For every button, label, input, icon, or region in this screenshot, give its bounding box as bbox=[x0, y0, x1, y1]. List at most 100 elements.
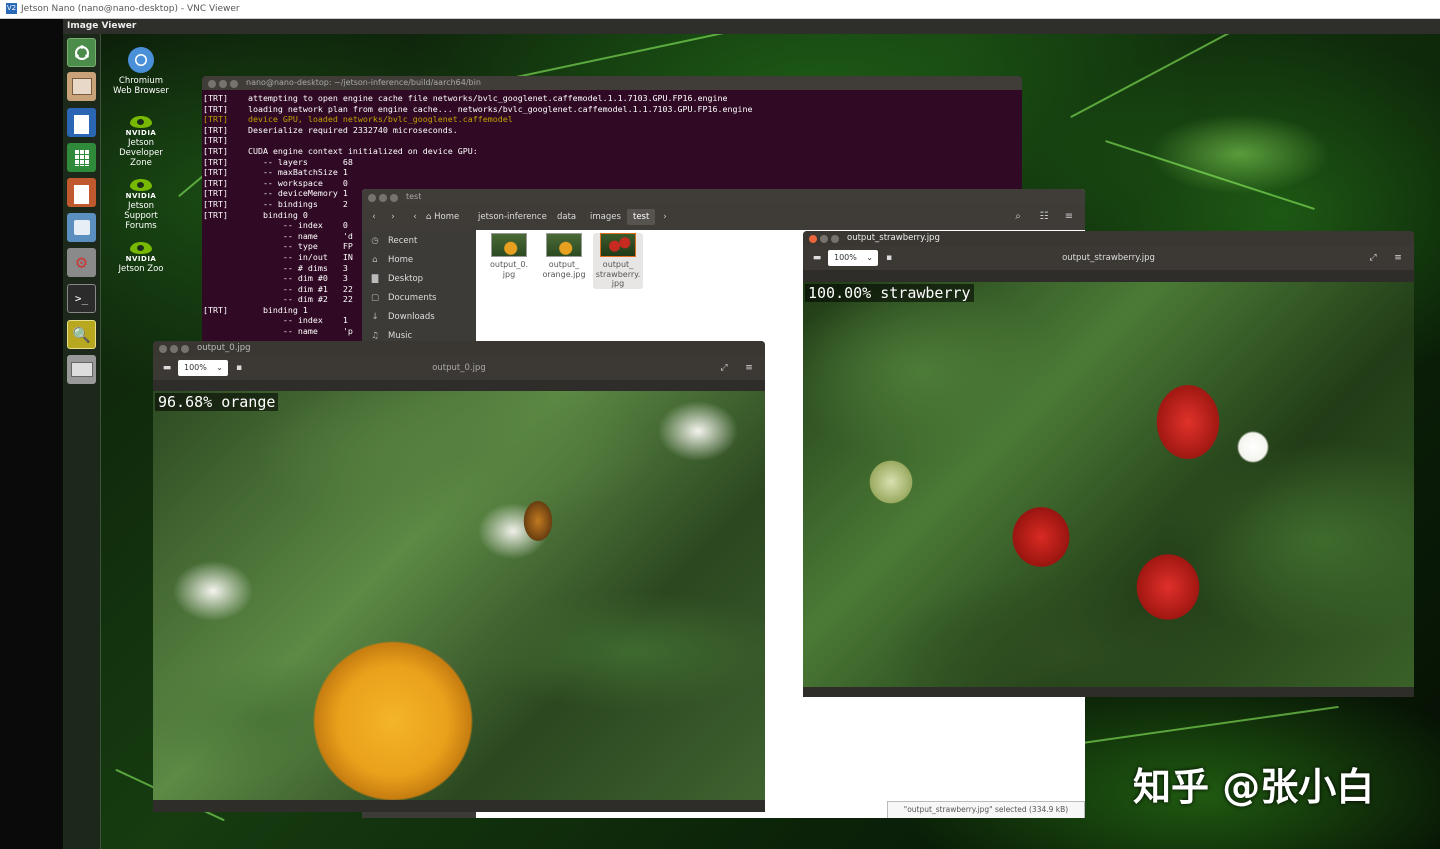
terminal-line: [TRT] -- workspace 0 bbox=[203, 177, 348, 188]
terminal-line: [TRT] -- layers 68 bbox=[203, 156, 353, 167]
desktop-icon-label: Chromium Web Browser bbox=[113, 76, 169, 96]
maximize-button[interactable] bbox=[831, 235, 839, 243]
minimize-button[interactable] bbox=[379, 194, 387, 202]
desktop-icon-chromium[interactable]: Chromium Web Browser bbox=[111, 46, 171, 96]
terminal-line: [TRT] loading network plan from engine c… bbox=[203, 103, 753, 114]
terminal-title: nano@nano-desktop: ~/jetson-inference/bu… bbox=[246, 78, 481, 87]
vnc-title-text: Jetson Nano (nano@nano-desktop) - VNC Vi… bbox=[21, 4, 240, 14]
image-thumbnail bbox=[491, 233, 527, 257]
vnc-titlebar: V2 Jetson Nano (nano@nano-desktop) - VNC … bbox=[0, 0, 1440, 19]
forward-button[interactable]: › bbox=[386, 209, 400, 225]
breadcrumb-jetson-inference[interactable]: jetson-inference bbox=[472, 209, 553, 225]
close-button[interactable] bbox=[809, 235, 817, 243]
menu-icon[interactable]: ≡ bbox=[1061, 209, 1077, 225]
sidebar-item-recent[interactable]: ◷ Recent bbox=[362, 232, 476, 251]
chromium-icon bbox=[128, 47, 154, 73]
sidebar-item-documents[interactable]: ▢ Documents bbox=[362, 289, 476, 308]
breadcrumb-test[interactable]: test bbox=[627, 209, 656, 225]
nvidia-logo-icon bbox=[130, 179, 152, 191]
status-bar: "output_strawberry.jpg" selected (334.9 … bbox=[887, 801, 1085, 818]
app-title: Image Viewer bbox=[63, 19, 1440, 34]
back-button[interactable]: ‹ bbox=[367, 209, 381, 225]
zhihu-watermark: 知乎 @张小白 bbox=[1133, 765, 1375, 809]
viewer-toolbar: ▬ 100% ⌄ ▪ output_strawberry.jpg ⤢ ≡ bbox=[803, 246, 1414, 270]
terminal-line: [TRT] device GPU, loaded networks/bvlc_g… bbox=[203, 114, 513, 125]
viewer-titlebar[interactable]: output_strawberry.jpg bbox=[803, 231, 1414, 246]
desktop-icon-label: Jetson Developer Zone bbox=[119, 138, 163, 168]
file-item-output-0[interactable]: output_0. jpg bbox=[484, 233, 534, 279]
terminal-titlebar[interactable]: nano@nano-desktop: ~/jetson-inference/bu… bbox=[202, 76, 1022, 90]
maximize-button[interactable] bbox=[181, 345, 189, 353]
viewer-title: output_0.jpg bbox=[197, 343, 251, 353]
home-icon: ⌂ bbox=[372, 255, 378, 265]
viewer-toolbar: ▬ 100% ⌄ ▪ output_0.jpg ⤢ ≡ bbox=[153, 356, 765, 380]
image-thumbnail bbox=[600, 233, 636, 257]
download-icon: ↓ bbox=[371, 312, 379, 322]
terminal-icon[interactable]: >_ bbox=[67, 284, 96, 313]
clock-icon: ◷ bbox=[371, 236, 379, 246]
home-icon: ⌂ bbox=[426, 212, 432, 222]
terminal-line: [TRT] attempting to open engine cache fi… bbox=[203, 93, 728, 103]
breadcrumb-right-arrow[interactable]: › bbox=[658, 209, 672, 225]
image-thumbnail bbox=[546, 233, 582, 257]
minimize-button[interactable] bbox=[219, 80, 227, 88]
breadcrumb-data[interactable]: data bbox=[551, 209, 582, 225]
file-item-output-orange[interactable]: output_ orange.jpg bbox=[539, 233, 589, 279]
strawberry-photo: 100.00% strawberry bbox=[803, 282, 1414, 687]
vnc-app-icon: V2 bbox=[6, 3, 17, 14]
classification-label: 96.68% orange bbox=[155, 393, 279, 411]
view-toggle-icon[interactable]: ☷ bbox=[1036, 209, 1052, 225]
desktop-icon-jetson-zoo[interactable]: NVIDIA Jetson Zoo bbox=[111, 242, 171, 274]
impress-slides-icon[interactable] bbox=[67, 178, 96, 207]
minimize-button[interactable] bbox=[820, 235, 828, 243]
maximize-button[interactable] bbox=[390, 194, 398, 202]
close-button[interactable] bbox=[208, 80, 216, 88]
terminal-line: [TRT] Deserialize required 2332740 micro… bbox=[203, 124, 458, 135]
calc-sheet-icon[interactable] bbox=[67, 143, 96, 172]
nvidia-logo-icon bbox=[130, 116, 152, 128]
terminal-line: [TRT] bbox=[203, 135, 228, 146]
terminal-line: [TRT] CUDA engine context initialized on… bbox=[203, 145, 478, 156]
file-cabinet-icon[interactable] bbox=[67, 72, 96, 101]
image-viewer-icon[interactable]: 🔍 bbox=[67, 320, 96, 349]
settings-wrench-icon[interactable]: ⚙ bbox=[67, 248, 96, 277]
document-icon: ▢ bbox=[370, 293, 380, 303]
sidebar-item-downloads[interactable]: ↓ Downloads bbox=[362, 308, 476, 327]
desktop-icon-label: Jetson Zoo bbox=[118, 264, 164, 274]
image-viewer-orange-window[interactable]: output_0.jpg ▬ 100% ⌄ ▪ output_0.jpg ⤢ ≡ … bbox=[153, 341, 765, 812]
file-manager-title: test bbox=[406, 192, 422, 201]
file-item-output-strawberry[interactable]: output_ strawberry. jpg bbox=[593, 233, 643, 289]
image-viewer-strawberry-window[interactable]: output_strawberry.jpg ▬ 100% ⌄ ▪ output_s… bbox=[803, 231, 1414, 697]
desktop-icon-developer-zone[interactable]: NVIDIA Jetson Developer Zone bbox=[111, 116, 171, 168]
drive-icon[interactable] bbox=[67, 355, 96, 384]
close-button[interactable] bbox=[368, 194, 376, 202]
terminal-line: [TRT] -- maxBatchSize 1 bbox=[203, 167, 348, 178]
viewer-title: output_strawberry.jpg bbox=[847, 233, 940, 243]
sidebar-item-home[interactable]: ⌂ Home bbox=[362, 251, 476, 270]
fullscreen-icon[interactable]: ⤢ bbox=[717, 360, 731, 376]
viewer-filename: output_strawberry.jpg bbox=[1062, 253, 1155, 263]
close-button[interactable] bbox=[159, 345, 167, 353]
desktop-icon-support-forums[interactable]: NVIDIA Jetson Support Forums bbox=[111, 179, 171, 231]
file-manager-toolbar: ‹ › ‹ ⌂ Home jetson-inference data image… bbox=[362, 204, 1085, 230]
nvidia-logo-icon bbox=[130, 242, 152, 254]
minimize-button[interactable] bbox=[170, 345, 178, 353]
writer-doc-icon[interactable] bbox=[67, 108, 96, 137]
unity-launcher: ⚙ >_ 🔍 bbox=[63, 34, 101, 849]
search-icon[interactable]: ⌕ bbox=[1010, 209, 1026, 225]
sidebar-item-desktop[interactable]: ▇ Desktop bbox=[362, 270, 476, 289]
software-bag-icon[interactable] bbox=[67, 213, 96, 242]
folder-icon: ▇ bbox=[371, 274, 379, 284]
viewer-filename: output_0.jpg bbox=[432, 363, 486, 373]
maximize-button[interactable] bbox=[230, 80, 238, 88]
menu-icon[interactable]: ≡ bbox=[742, 360, 756, 376]
fullscreen-icon[interactable]: ⤢ bbox=[1366, 250, 1380, 266]
desktop-icon-label: Jetson Support Forums bbox=[124, 201, 158, 231]
menu-icon[interactable]: ≡ bbox=[1391, 250, 1405, 266]
viewer-titlebar[interactable]: output_0.jpg bbox=[153, 341, 765, 356]
file-manager-titlebar[interactable]: test bbox=[362, 189, 1085, 204]
ubuntu-dash-icon[interactable] bbox=[67, 38, 96, 67]
breadcrumb-home[interactable]: ⌂ Home bbox=[420, 209, 465, 225]
breadcrumb-images[interactable]: images bbox=[584, 209, 627, 225]
host-left-margin bbox=[0, 19, 63, 849]
